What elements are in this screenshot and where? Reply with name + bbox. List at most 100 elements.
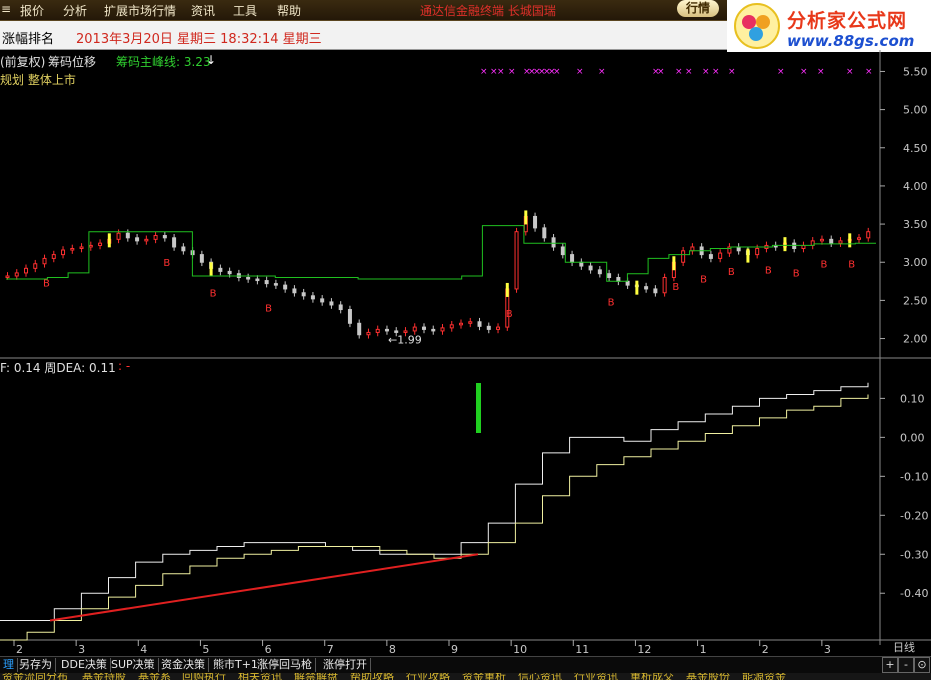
candle-body — [273, 283, 278, 286]
menu-quote[interactable]: 报价 — [20, 2, 44, 19]
magenta-marker: × — [800, 67, 808, 77]
price-axis-label: 2.50 — [903, 294, 928, 307]
candle-body — [384, 328, 389, 332]
candle-body — [14, 272, 19, 277]
buy-marker: B — [765, 265, 772, 276]
bottom-tab-1[interactable]: 基金持股 — [82, 673, 126, 680]
bottom-tab-4[interactable]: 相关资讯 — [238, 673, 282, 680]
time-axis-label: 3 — [78, 643, 85, 655]
toolbar-button-2[interactable]: DDE决策 — [58, 658, 111, 672]
bottom-tab-7[interactable]: 行业攻略 — [406, 673, 450, 680]
candle-body — [449, 324, 454, 329]
buy-marker: B — [793, 269, 800, 280]
candle-body — [459, 322, 464, 326]
price-axis-label: 2.00 — [903, 333, 928, 346]
signal-bar — [672, 256, 676, 271]
bottom-tab-11[interactable]: 重析成交 — [630, 673, 674, 680]
menu-tools[interactable]: 工具 — [233, 2, 257, 19]
magenta-marker: × — [480, 67, 488, 77]
trend-line — [49, 553, 479, 622]
signal-bar — [746, 248, 750, 263]
reset-button[interactable]: ⊙ — [914, 657, 930, 673]
signal-bar — [107, 233, 111, 248]
toolbar-button-6[interactable]: 涨停回马枪 — [254, 658, 316, 672]
candle-body — [357, 322, 362, 336]
bottom-tab-12[interactable]: 基金股份 — [686, 673, 730, 680]
time-axis-label: 11 — [575, 643, 589, 655]
window-datetime: 2013年3月20日 星期三 18:32:14 星期三 — [76, 32, 322, 47]
indicator-axis-label: -0.10 — [900, 470, 928, 483]
time-axis-label: 2 — [16, 643, 23, 655]
time-axis-label: 5 — [202, 643, 209, 655]
bottom-tab-2[interactable]: 基金系 — [138, 673, 171, 680]
zoom-in-button[interactable]: + — [882, 657, 898, 673]
candle-body — [708, 254, 713, 259]
magenta-marker: × — [702, 67, 710, 77]
candle-body — [162, 235, 167, 239]
buy-marker: B — [700, 275, 707, 286]
buy-marker: B — [848, 259, 855, 270]
main-chart[interactable]: 5.50 5.00 4.50 4.00 3.50 3.00 2.50 2.00 0.10 0.00… — [0, 50, 931, 655]
time-axis-label: 1 — [700, 643, 707, 655]
time-axis-label: 12 — [637, 643, 651, 655]
window-name: 涨幅排名 — [2, 32, 55, 47]
candle-body — [496, 326, 501, 330]
bottom-tab-9[interactable]: 信心资讯 — [518, 673, 562, 680]
toolbar-button-1[interactable]: 另存为 — [16, 658, 56, 672]
candle-body — [310, 295, 315, 300]
candle-body — [172, 237, 177, 248]
magenta-marker: × — [712, 67, 720, 77]
bottom-tab-13[interactable]: 能源资金 — [742, 673, 786, 680]
bottom-tab-8[interactable]: 资金重析 — [462, 673, 506, 680]
candle-body — [801, 244, 806, 250]
bottom-tab-3[interactable]: 回购执行 — [182, 673, 226, 680]
buy-marker: B — [820, 259, 827, 270]
bottom-tab-10[interactable]: 行业资讯 — [574, 673, 618, 680]
menu-help[interactable]: 帮助 — [277, 2, 301, 19]
logo-url: www.88gs.com — [787, 32, 915, 50]
toolbar-button-7[interactable]: 涨停打开 — [320, 658, 371, 672]
signal-bar — [524, 210, 528, 225]
candle-body — [375, 328, 380, 333]
bottom-tab-6[interactable]: 帮助攻略 — [350, 673, 394, 680]
indicator-axis-label: -0.30 — [900, 548, 928, 561]
bottom-tab-5[interactable]: 解禁解盘 — [294, 673, 338, 680]
menu-fragment[interactable]: ≡ — [1, 2, 11, 16]
indicator-axis-label: -0.20 — [900, 509, 928, 522]
magenta-marker: × — [497, 67, 505, 77]
menu-extended-market[interactable]: 扩展市场行情 — [104, 2, 176, 19]
candle-body — [283, 284, 288, 290]
candle-body — [597, 269, 602, 275]
candle-body — [468, 321, 473, 324]
buy-marker: B — [163, 258, 170, 269]
candle-body — [199, 254, 204, 263]
menu-analysis[interactable]: 分析 — [63, 2, 87, 19]
menu-news[interactable]: 资讯 — [191, 2, 215, 19]
buy-marker: B — [265, 304, 272, 315]
candle-body — [653, 288, 658, 294]
time-axis-label: 2 — [762, 643, 769, 655]
candle-body — [440, 327, 445, 332]
magenta-marker: × — [846, 67, 854, 77]
candle-body — [542, 227, 547, 239]
toolbar-button-3[interactable]: SUP决策 — [108, 658, 159, 672]
magenta-marker: × — [576, 67, 584, 77]
candle-body — [616, 277, 621, 282]
time-axis-label: 4 — [140, 643, 147, 655]
candle-body — [662, 277, 667, 294]
candle-body — [227, 270, 232, 275]
signal-bar — [209, 262, 213, 277]
zoom-out-button[interactable]: - — [898, 657, 914, 673]
candle-body — [301, 292, 306, 297]
candle-body — [477, 321, 482, 327]
bottom-tab-0[interactable]: 资金流向分布 — [2, 673, 68, 680]
candle-body — [514, 231, 519, 290]
quote-button[interactable]: 行情 — [677, 0, 719, 17]
signal-bar — [848, 233, 852, 248]
indicator-line-white — [0, 382, 869, 621]
candle-body — [366, 331, 371, 336]
candle-body — [690, 246, 695, 252]
candle-body — [329, 301, 334, 306]
candle-body — [88, 244, 93, 248]
toolbar-button-4[interactable]: 资金决策 — [158, 658, 209, 672]
